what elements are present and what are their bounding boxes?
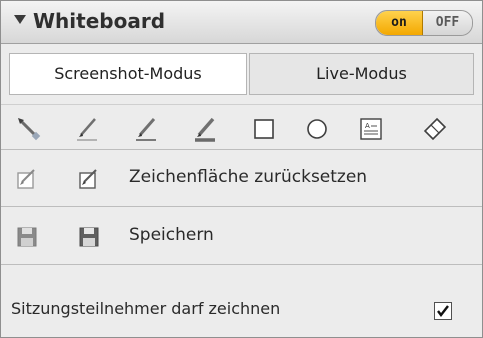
- drawing-toolbar: A: [1, 104, 482, 150]
- eraser-icon[interactable]: [421, 115, 449, 143]
- pencil-thick-icon[interactable]: [191, 115, 219, 143]
- text-box-icon[interactable]: A: [357, 115, 385, 143]
- ellipse-icon[interactable]: [303, 115, 331, 143]
- pointer-pen-icon[interactable]: [15, 115, 43, 143]
- reset-canvas-row[interactable]: Zeichenfläche zurücksetzen: [1, 150, 482, 207]
- reset-canvas-label: Zeichenfläche zurücksetzen: [129, 167, 368, 187]
- mode-tabs: Screenshot-Modus Live-Modus: [9, 53, 474, 95]
- reset-canvas-icon-disabled: [15, 167, 39, 191]
- rectangle-icon[interactable]: [250, 115, 278, 143]
- on-off-toggle[interactable]: on OFF: [375, 10, 473, 36]
- toggle-off-label[interactable]: OFF: [423, 11, 472, 35]
- whiteboard-panel: Whiteboard on OFF Screenshot-Modus Live-…: [0, 0, 483, 338]
- reset-canvas-icon[interactable]: [77, 167, 101, 191]
- svg-text:A: A: [365, 122, 370, 130]
- pencil-thin-icon[interactable]: [73, 115, 101, 143]
- permission-row: Sitzungsteilnehmer darf zeichnen: [1, 278, 482, 337]
- tab-screenshot-modus[interactable]: Screenshot-Modus: [9, 53, 247, 95]
- collapse-arrow-icon[interactable]: [14, 15, 26, 24]
- permission-label: Sitzungsteilnehmer darf zeichnen: [11, 299, 281, 318]
- tab-live-modus[interactable]: Live-Modus: [248, 53, 474, 95]
- permission-checkbox[interactable]: [434, 302, 452, 320]
- panel-header[interactable]: Whiteboard on OFF: [1, 1, 482, 44]
- save-label: Speichern: [129, 225, 214, 245]
- pencil-medium-icon[interactable]: [132, 115, 160, 143]
- save-icon[interactable]: [77, 225, 101, 249]
- save-icon-disabled: [15, 225, 39, 249]
- panel-title: Whiteboard: [33, 9, 166, 33]
- toggle-on-label[interactable]: on: [376, 11, 423, 35]
- save-row[interactable]: Speichern: [1, 208, 482, 265]
